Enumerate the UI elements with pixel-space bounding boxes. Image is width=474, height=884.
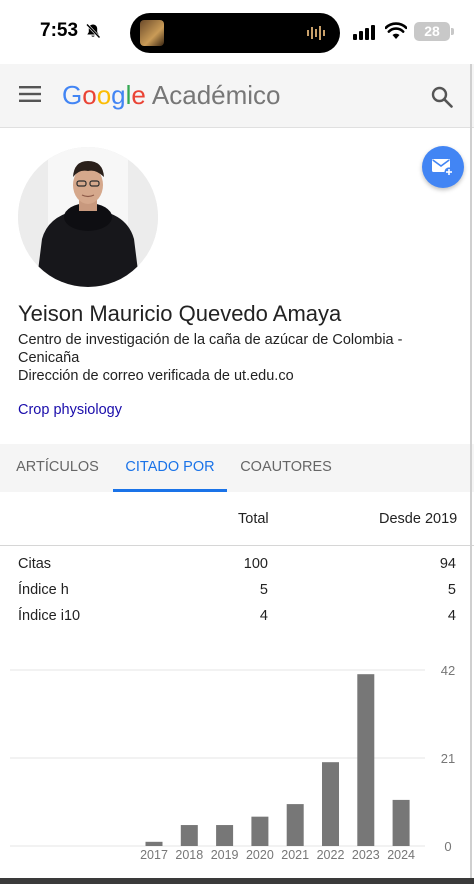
x-tick-label: 2023 (352, 848, 380, 862)
email-add-icon (432, 159, 454, 177)
tab-cited-by[interactable]: CITADO POR (113, 444, 227, 492)
bar-2018[interactable] (180, 825, 198, 846)
profile-name: Yeison Mauricio Quevedo Amaya (18, 301, 342, 326)
bell-muted-icon (86, 23, 101, 39)
table-row-h-index: Índice h 5 5 (0, 582, 474, 608)
citations-per-year-chart: 0 21 42 2017 2018 2019 2020 2021 2022 2023 2024 (0, 650, 474, 870)
affiliation: Centro de investigación de la caña de az… (18, 332, 403, 366)
battery-indicator: 28 (414, 22, 454, 41)
row-since: 94 (439, 556, 456, 572)
row-total: 4 (259, 608, 268, 624)
app-bar: Google Académico (0, 64, 474, 128)
row-since: 5 (447, 582, 456, 598)
row-label: Índice i10 (18, 608, 81, 624)
row-since: 4 (447, 608, 456, 624)
google-scholar-logo[interactable]: Google Académico (62, 80, 281, 111)
bar-2021[interactable] (286, 804, 304, 846)
follow-button[interactable] (422, 146, 464, 188)
x-tick-label: 2020 (246, 848, 274, 862)
status-time: 7:53 (40, 20, 79, 41)
tab-coauthors[interactable]: COAUTORES (228, 444, 344, 492)
bar-2022[interactable] (322, 762, 339, 846)
now-playing-artwork (140, 20, 164, 46)
row-label: Citas (18, 556, 52, 572)
y-tick-label: 42 (441, 663, 455, 678)
row-total: 5 (259, 582, 268, 598)
audio-wave-icon (307, 26, 325, 40)
row-label: Índice h (18, 582, 69, 598)
table-row-i10-index: Índice i10 4 4 (0, 608, 474, 634)
table-row-citations: Citas 100 94 (0, 556, 474, 582)
bar-2017[interactable] (145, 841, 163, 846)
row-total: 100 (243, 556, 268, 572)
dynamic-island[interactable] (130, 13, 340, 53)
scrollbar[interactable] (470, 64, 472, 878)
avatar (18, 147, 158, 287)
cellular-signal-icon (353, 25, 375, 40)
chart-canvas: 0 21 42 2017 2018 2019 2020 2021 2022 2023 2024 (10, 663, 455, 862)
x-tick-label: 2022 (317, 848, 345, 862)
column-header-since: Desde 2019 (379, 511, 458, 527)
bar-2024[interactable] (392, 799, 410, 846)
wifi-icon (385, 22, 407, 39)
x-tick-label: 2018 (175, 848, 203, 862)
y-tick-label: 0 (444, 839, 451, 854)
hamburger-menu-icon[interactable] (19, 85, 41, 103)
x-tick-label: 2017 (140, 848, 168, 862)
column-header-total: Total (238, 511, 269, 527)
profile-tabs: ARTÍCULOS CITADO POR COAUTORES (0, 444, 474, 492)
bar-2019[interactable] (216, 825, 234, 846)
profile-photo (18, 147, 158, 287)
y-tick-label: 21 (441, 751, 455, 766)
interest-link-crop-physiology[interactable]: Crop physiology (18, 402, 122, 418)
status-bar: 7:53 28 (0, 0, 474, 64)
bar-2020[interactable] (251, 816, 269, 846)
x-tick-label: 2024 (387, 848, 415, 862)
verified-email: Dirección de correo verificada de ut.edu… (18, 368, 294, 384)
tab-articles[interactable]: ARTÍCULOS (0, 444, 115, 492)
x-tick-label: 2021 (281, 848, 309, 862)
search-icon[interactable] (431, 86, 453, 108)
bar-2023[interactable] (357, 674, 375, 846)
bottom-edge (0, 878, 474, 884)
table-divider (0, 545, 474, 546)
x-tick-label: 2019 (211, 848, 239, 862)
